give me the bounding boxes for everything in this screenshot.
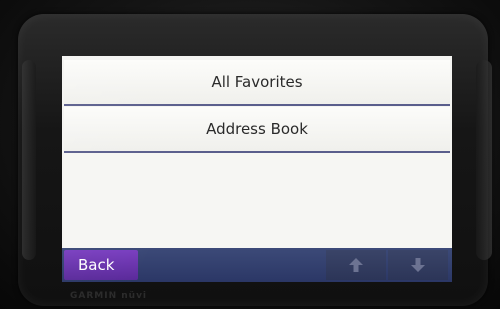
empty-list-area bbox=[64, 153, 450, 249]
back-button[interactable]: Back bbox=[64, 250, 138, 280]
address-book-label: Address Book bbox=[206, 120, 308, 138]
arrow-down-icon bbox=[411, 258, 425, 272]
bezel-left-edge bbox=[22, 60, 36, 260]
all-favorites-label: All Favorites bbox=[211, 73, 303, 91]
arrow-up-icon bbox=[349, 258, 363, 272]
bezel-right-edge bbox=[476, 60, 492, 260]
address-book-button[interactable]: Address Book bbox=[64, 107, 450, 153]
gps-screen: All Favorites Address Book Back bbox=[62, 56, 452, 282]
scroll-down-button[interactable] bbox=[388, 250, 448, 280]
back-button-label: Back bbox=[78, 256, 115, 274]
device-photo: All Favorites Address Book Back GARMIN n… bbox=[0, 0, 500, 309]
scroll-up-button[interactable] bbox=[326, 250, 386, 280]
device-brand-logo: GARMIN nüvi bbox=[70, 291, 148, 301]
all-favorites-button[interactable]: All Favorites bbox=[64, 60, 450, 106]
